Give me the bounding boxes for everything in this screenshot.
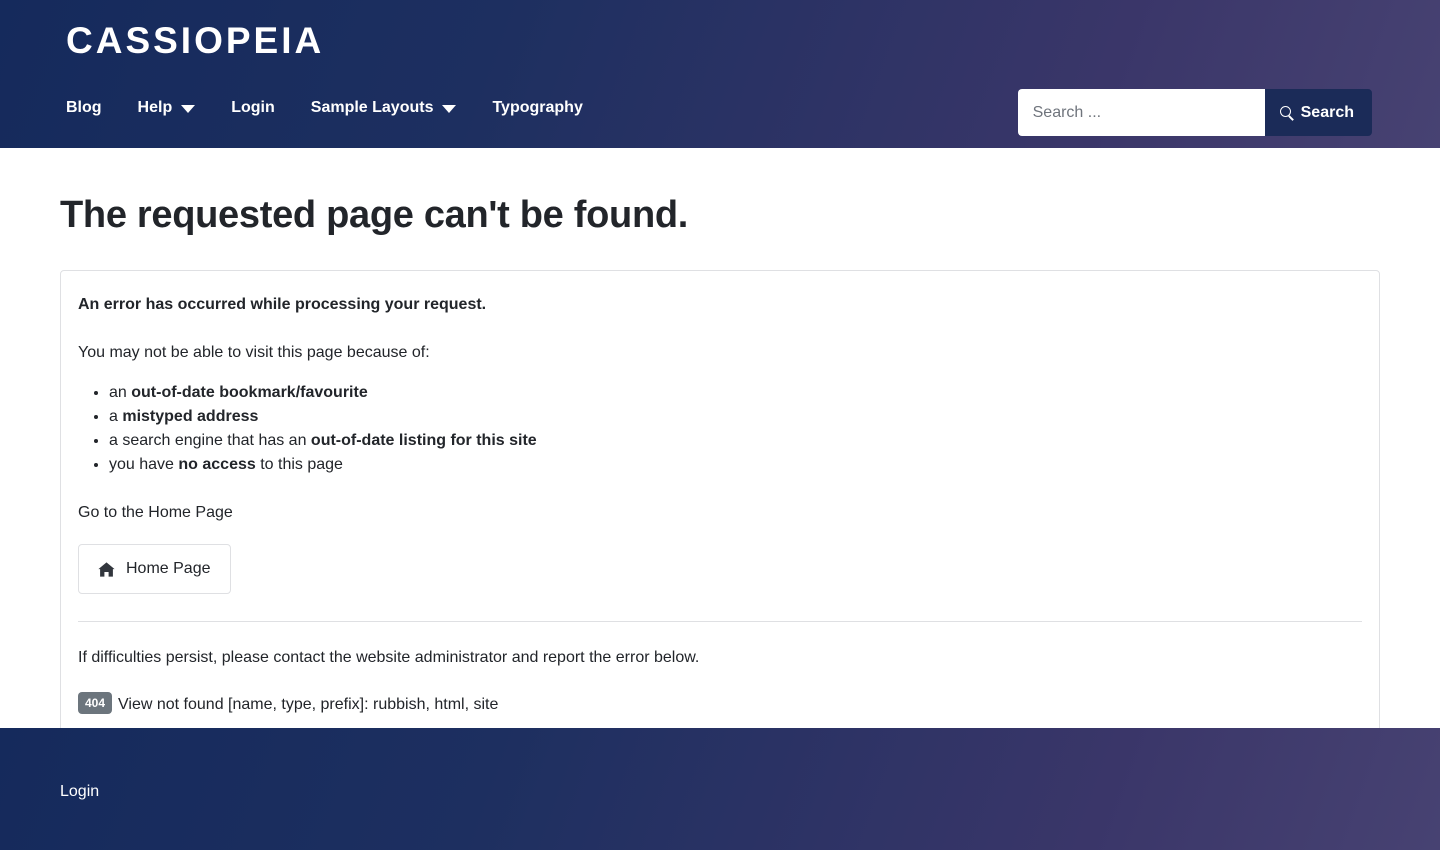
error-reason-list: an out-of-date bookmark/favourite a mist… — [78, 381, 1362, 477]
site-footer: Login — [0, 728, 1440, 850]
reason-prefix: an — [109, 384, 132, 401]
nav-label: Typography — [492, 99, 583, 116]
nav-label: Blog — [66, 99, 102, 116]
persist-note: If difficulties persist, please contact … — [78, 649, 700, 666]
nav-item-blog[interactable]: Blog — [66, 98, 102, 118]
site-logo[interactable]: CASSIOPEIA — [66, 18, 324, 64]
nav-label: Login — [231, 99, 275, 116]
home-page-button[interactable]: Home Page — [78, 544, 231, 594]
reason-strong: mistyped address — [122, 408, 259, 425]
reason-strong: no access — [178, 456, 256, 473]
footer-link-login[interactable]: Login — [60, 783, 99, 800]
search-form: Search — [1017, 89, 1372, 136]
reason-prefix: a search engine that has an — [109, 432, 311, 449]
list-item: a search engine that has an out-of-date … — [109, 429, 1362, 453]
error-intro-text: You may not be able to visit this page b… — [78, 344, 430, 361]
reason-strong: out-of-date listing for this site — [310, 432, 537, 449]
main-navigation: Blog Help Login Sample Layouts Typograph… — [66, 98, 583, 118]
search-icon — [1279, 105, 1294, 120]
error-lead-text: An error has occurred while processing y… — [78, 296, 487, 313]
main-content: The requested page can't be found. An er… — [0, 148, 1440, 740]
chevron-down-icon — [442, 105, 457, 113]
nav-item-help[interactable]: Help — [138, 98, 196, 118]
search-button-label: Search — [1300, 103, 1354, 121]
home-icon — [98, 561, 115, 577]
list-item: you have no access to this page — [109, 453, 1362, 477]
nav-item-login[interactable]: Login — [231, 98, 275, 118]
error-message: View not found [name, type, prefix]: rub… — [118, 696, 499, 713]
error-card-body: An error has occurred while processing y… — [78, 293, 1362, 717]
search-input[interactable] — [1017, 89, 1265, 136]
site-header: CASSIOPEIA Blog Help Login Sample Layout… — [0, 0, 1440, 148]
home-page-prompt: Go to the Home Page — [78, 504, 233, 521]
reason-prefix: a — [109, 408, 123, 425]
nav-label: Sample Layouts — [310, 99, 434, 116]
error-detail-row: 404 View not found [name, type, prefix]: … — [78, 692, 1362, 717]
reason-suffix: to this page — [255, 456, 343, 473]
nav-item-sample-layouts[interactable]: Sample Layouts — [311, 98, 457, 118]
search-button[interactable]: Search — [1264, 89, 1372, 136]
nav-label: Help — [137, 99, 173, 116]
footer-inner: Login — [0, 728, 1440, 804]
list-item: a mistyped address — [109, 405, 1362, 429]
list-item: an out-of-date bookmark/favourite — [109, 381, 1362, 405]
reason-prefix: you have — [109, 456, 179, 473]
status-badge: 404 — [78, 692, 113, 714]
page-title: The requested page can't be found. — [60, 194, 689, 236]
home-page-button-label: Home Page — [126, 560, 211, 577]
reason-strong: out-of-date bookmark/favourite — [131, 384, 368, 401]
chevron-down-icon — [181, 105, 196, 113]
card-divider — [78, 621, 1362, 622]
header-inner: CASSIOPEIA Blog Help Login Sample Layout… — [0, 0, 1440, 148]
nav-item-typography[interactable]: Typography — [492, 98, 582, 118]
error-card: An error has occurred while processing y… — [60, 270, 1380, 740]
